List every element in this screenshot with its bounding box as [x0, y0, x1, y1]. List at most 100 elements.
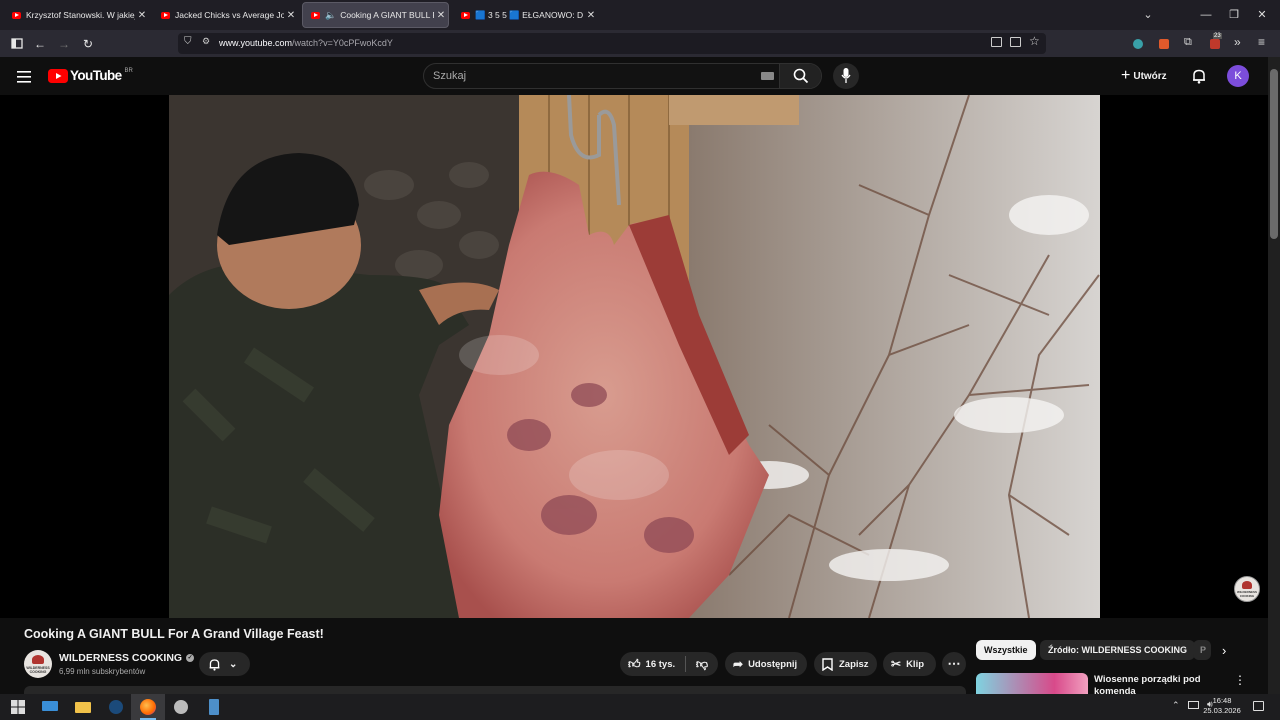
- bookmark-icon: [822, 657, 833, 671]
- close-tab-icon[interactable]: ✕: [584, 10, 598, 21]
- browser-tab[interactable]: 🟦 3 5 5 🟦 EŁGANOWO: D ✕: [453, 2, 598, 28]
- steam-icon[interactable]: [107, 698, 125, 716]
- chip-more[interactable]: P: [1193, 640, 1211, 660]
- tab-title: Cooking A GIANT BULL For: [340, 10, 434, 20]
- network-icon[interactable]: [1188, 701, 1199, 709]
- browser-tab-strip: Krzysztof Stanowski. W jakiej sp ✕ Jacke…: [0, 0, 1280, 30]
- site-permissions-icon[interactable]: ⚙: [202, 36, 210, 47]
- close-tab-icon[interactable]: ✕: [135, 10, 149, 21]
- reader-view-icon[interactable]: [1010, 37, 1021, 47]
- create-button[interactable]: + Utwórz: [1121, 68, 1167, 84]
- channel-name-link[interactable]: WILDERNESS COOKING ✓: [59, 652, 195, 664]
- video-frame[interactable]: [169, 95, 1100, 618]
- close-window-icon[interactable]: ✕: [1255, 8, 1269, 22]
- like-count: 16 tys.: [645, 658, 676, 670]
- tab-title: Jacked Chicks vs Average Joes |: [175, 10, 284, 20]
- extension-ublock-icon[interactable]: [1210, 39, 1220, 49]
- reload-icon[interactable]: ↻: [80, 36, 96, 52]
- channel-avatar[interactable]: WILDERNESS COOKING: [24, 650, 52, 678]
- youtube-favicon-icon: [461, 11, 470, 19]
- share-button[interactable]: ➦ Udostępnij: [725, 652, 807, 676]
- extension-shield-icon[interactable]: [1133, 39, 1143, 49]
- firefox-taskbar-button[interactable]: [131, 694, 165, 720]
- calculator-icon[interactable]: [205, 698, 223, 716]
- close-tab-icon[interactable]: ✕: [434, 10, 448, 21]
- clock-date: 25.03.2026: [1203, 706, 1241, 715]
- sidebar-toggle-icon[interactable]: [9, 36, 25, 52]
- browser-tab[interactable]: Krzysztof Stanowski. W jakiej sp ✕: [4, 2, 149, 28]
- microphone-icon: [841, 68, 851, 83]
- search-input[interactable]: [433, 68, 733, 84]
- keyboard-icon[interactable]: [761, 72, 774, 80]
- search-icon: [793, 68, 809, 84]
- page-scrollbar[interactable]: [1268, 57, 1280, 694]
- more-actions-button[interactable]: ⋯: [942, 652, 966, 676]
- taskbar-clock[interactable]: 16:48 25.03.2026: [1201, 696, 1243, 716]
- tray-chevron-icon[interactable]: ⌃: [1172, 700, 1180, 711]
- pot-icon: [32, 655, 44, 664]
- avatar[interactable]: K: [1227, 65, 1249, 87]
- extension-fox-icon[interactable]: [1159, 39, 1169, 49]
- chips-next-chevron-icon[interactable]: ›: [1222, 643, 1226, 658]
- forward-icon[interactable]: →: [56, 36, 72, 52]
- youtube-favicon-icon: [161, 11, 170, 19]
- voice-search-button[interactable]: [833, 63, 859, 89]
- chip-all[interactable]: Wszystkie: [976, 640, 1036, 660]
- video-player[interactable]: WILDERNESS COOKING: [0, 95, 1268, 618]
- browser-tab-active[interactable]: 🔈 Cooking A GIANT BULL For ✕: [302, 2, 449, 28]
- bell-icon: [209, 658, 220, 671]
- bookmark-star-icon[interactable]: ☆: [1029, 34, 1040, 48]
- browser-tab[interactable]: Jacked Chicks vs Average Joes | ✕: [153, 2, 298, 28]
- chevron-down-icon: ⌄: [229, 658, 238, 670]
- logo-country-code: BR: [124, 68, 133, 74]
- youtube-logo[interactable]: YouTube BR: [48, 68, 133, 83]
- back-icon[interactable]: ←: [32, 36, 48, 52]
- clip-button[interactable]: ✂ Klip: [883, 652, 936, 676]
- close-tab-icon[interactable]: ✕: [284, 10, 298, 21]
- search-box[interactable]: [423, 63, 822, 89]
- speaker-icon[interactable]: 🔈: [325, 10, 336, 21]
- minimize-icon[interactable]: —: [1199, 8, 1213, 22]
- globe-app-icon[interactable]: [172, 698, 190, 716]
- logo-wordmark: YouTube: [70, 68, 122, 83]
- save-button[interactable]: Zapisz: [814, 652, 877, 676]
- restore-icon[interactable]: ❐: [1227, 8, 1241, 22]
- search-button[interactable]: [779, 64, 821, 88]
- scrollbar-thumb[interactable]: [1270, 69, 1278, 239]
- plus-icon: +: [1121, 67, 1131, 84]
- url-text[interactable]: www.youtube.com/watch?v=Y0cPFwoKcdY: [219, 38, 393, 48]
- like-button[interactable]: 👍︎ 16 tys.: [620, 656, 686, 672]
- picture-in-picture-icon[interactable]: [991, 37, 1002, 47]
- guide-menu-icon[interactable]: [17, 70, 31, 88]
- youtube-masthead: YouTube BR + Utwórz K: [0, 57, 1268, 95]
- tab-list-chevron-icon[interactable]: ⌄: [1141, 8, 1155, 22]
- shield-icon[interactable]: ⛉: [184, 36, 192, 47]
- channel-watermark[interactable]: WILDERNESS COOKING: [1234, 576, 1260, 602]
- firefox-icon: [140, 699, 156, 715]
- clip-label: Klip: [906, 658, 925, 670]
- recommended-menu-icon[interactable]: ⋮: [1234, 673, 1246, 687]
- this-pc-icon[interactable]: [41, 698, 59, 716]
- youtube-play-icon: [48, 68, 68, 83]
- recommended-thumbnail[interactable]: [976, 673, 1088, 694]
- windows-taskbar: ⌃ 🔊︎ 16:48 25.03.2026: [0, 694, 1280, 720]
- recommended-title[interactable]: Wiosenne porządki pod komendą: [1094, 674, 1214, 694]
- address-bar[interactable]: ⛉ ⚙ www.youtube.com/watch?v=Y0cPFwoKcdY …: [178, 33, 1046, 54]
- dislike-button[interactable]: 👎︎: [686, 657, 718, 672]
- extensions-puzzle-icon[interactable]: ⧉: [1184, 36, 1192, 49]
- tab-title: Krzysztof Stanowski. W jakiej sp: [26, 10, 135, 20]
- notifications-bell-icon[interactable]: [1191, 68, 1207, 89]
- chip-from-channel[interactable]: Źródło: WILDERNESS COOKING: [1040, 640, 1195, 660]
- save-label: Zapisz: [839, 658, 869, 670]
- hamburger-menu-icon[interactable]: ≡: [1258, 35, 1265, 49]
- channel-name: WILDERNESS COOKING: [59, 652, 183, 664]
- notification-center-icon[interactable]: [1253, 701, 1264, 711]
- more-horizontal-icon: ⋯: [947, 656, 961, 671]
- subscribed-notification-button[interactable]: ⌄: [199, 652, 250, 676]
- windows-start-icon[interactable]: [9, 698, 27, 716]
- share-arrow-icon: ➦: [733, 657, 744, 671]
- like-dislike-group: 👍︎ 16 tys. 👎︎: [620, 652, 718, 676]
- description-box[interactable]: [24, 686, 966, 694]
- file-explorer-icon[interactable]: [74, 698, 92, 716]
- overflow-chevron-icon[interactable]: »: [1234, 35, 1241, 49]
